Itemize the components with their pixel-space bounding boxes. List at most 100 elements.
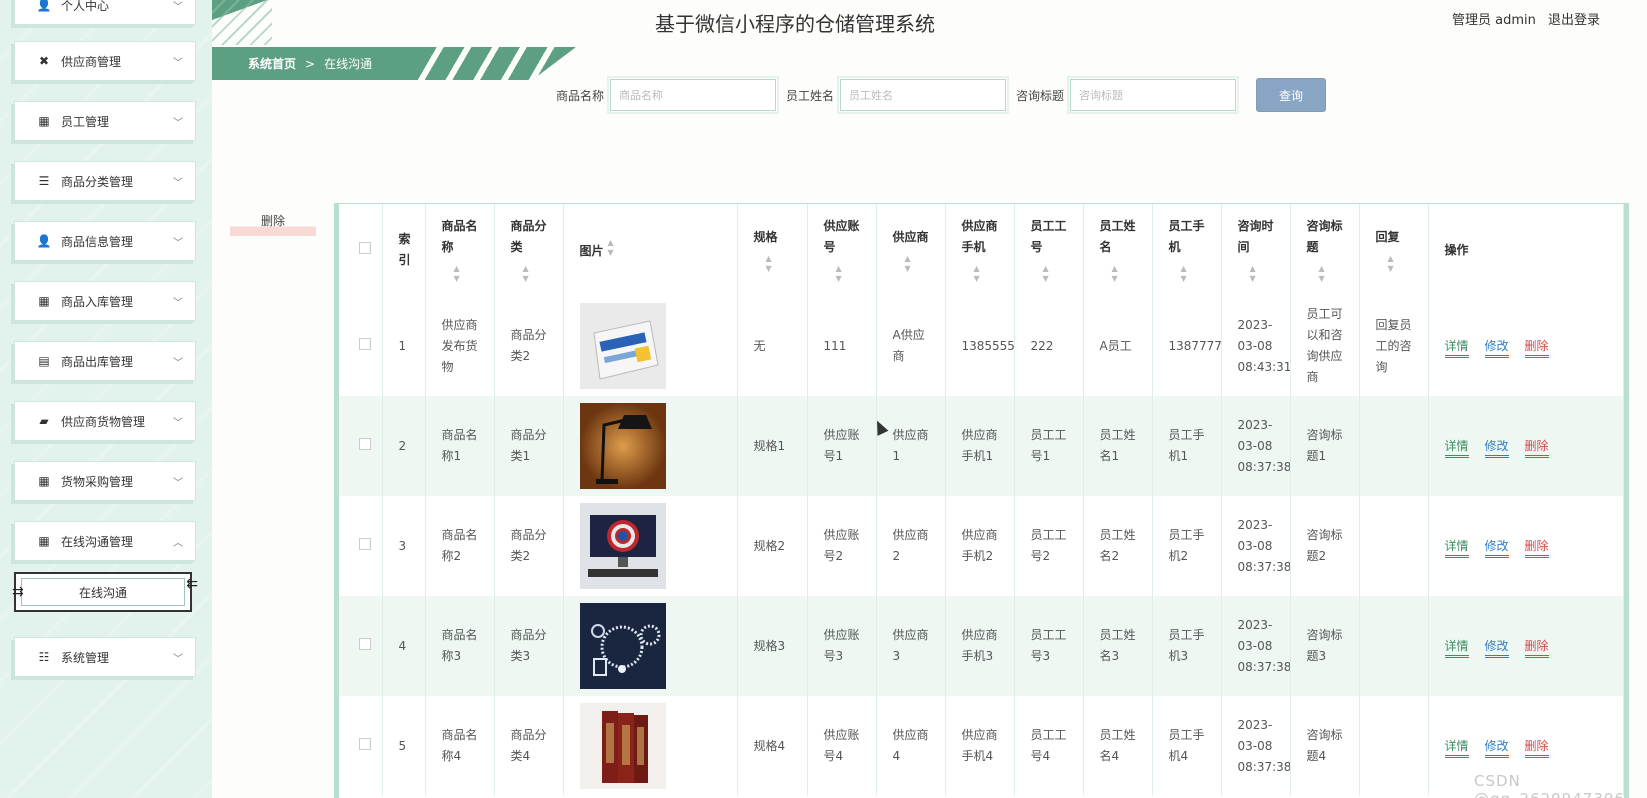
search-input-product[interactable] <box>607 76 780 114</box>
breadcrumb-home[interactable]: 系统首页 <box>248 55 296 72</box>
cell-time: 2023-03-08 08:43:31 <box>1221 296 1291 396</box>
column-header-2[interactable]: 商品分类 ▲ ▼ <box>494 204 564 296</box>
sidebar-item-7[interactable]: ▰ 供应商货物管理 ﹀ <box>14 401 196 441</box>
column-header-0[interactable]: 索引 <box>382 204 426 296</box>
cell-value: A供应商 <box>892 328 925 363</box>
table-row: 1 供应商发布货物商品分类2 无 111 A供应商 13855555555 222 A员工 13… <box>339 296 1624 396</box>
sidebar-subitem-online-chat[interactable]: ⇉ 在线沟通 ⇇ <box>12 572 198 612</box>
sort-icon[interactable]: ▲ ▼ <box>754 254 797 274</box>
column-header-label: 员工工号 <box>1030 219 1067 254</box>
sidebar-item-5[interactable]: ▦ 商品入库管理 ﹀ <box>14 281 196 321</box>
sidebar-item-6[interactable]: ▤ 商品出库管理 ﹀ <box>14 341 196 381</box>
sidebar-item-4[interactable]: 👤 商品信息管理 ﹀ <box>14 221 196 261</box>
sort-icon[interactable]: ▲ ▼ <box>824 264 866 284</box>
sidebar-item-9[interactable]: ▦ 在线沟通管理 ︿ <box>14 521 196 561</box>
cell-value: 商品名称3 <box>441 628 478 663</box>
column-header-4[interactable]: 规格 ▲ ▼ <box>737 204 808 296</box>
sort-icon[interactable]: ▲ ▼ <box>1031 264 1073 284</box>
cell-emp-name: 员工姓名4 <box>1083 696 1153 796</box>
search-input-title[interactable] <box>1067 76 1240 114</box>
detail-link[interactable]: 详情 <box>1444 438 1469 458</box>
column-header-13[interactable]: 回复 ▲ ▼ <box>1359 204 1429 296</box>
sidebar-item-0[interactable]: 👤 个人中心 ﹀ <box>14 0 196 25</box>
row-checkbox[interactable] <box>359 637 371 650</box>
select-all-header <box>339 204 383 296</box>
cell-value: 3 <box>398 538 407 553</box>
sort-icon[interactable]: ▲ ▼ <box>1100 264 1142 284</box>
cell-spec: 规格3 <box>737 596 808 696</box>
sidebar-item-label: 商品信息管理 <box>61 234 134 249</box>
cell-title: 咨询标题1 <box>1290 396 1360 496</box>
delete-link[interactable]: 删除 <box>1524 638 1549 658</box>
sidebar-item-10[interactable]: ☷ 系统管理 ﹀ <box>14 637 196 677</box>
sidebar-item-1[interactable]: ✖ 供应商管理 ﹀ <box>14 41 196 81</box>
cell-actions: 详情 修改 删除 <box>1428 396 1624 496</box>
column-header-5[interactable]: 供应账号 ▲ ▼ <box>807 204 877 296</box>
edit-link[interactable]: 修改 <box>1484 638 1509 658</box>
delete-link[interactable]: 删除 <box>1524 338 1549 358</box>
column-header-6[interactable]: 供应商 ▲ ▼ <box>876 204 946 296</box>
sort-icon[interactable]: ▲ ▼ <box>1238 264 1280 284</box>
sidebar-item-2[interactable]: ▦ 员工管理 ﹀ <box>14 101 196 141</box>
sidebar-item-3[interactable]: ☰ 商品分类管理 ﹀ <box>14 161 196 201</box>
sidebar-item-8[interactable]: ▦ 货物采购管理 ﹀ <box>14 461 196 501</box>
column-header-10[interactable]: 员工手机 ▲ ▼ <box>1152 204 1222 296</box>
column-header-12[interactable]: 咨询标题 ▲ ▼ <box>1290 204 1360 296</box>
cell-value: 供应商手机2 <box>961 528 998 563</box>
product-image[interactable] <box>579 503 666 589</box>
cell-value: 2 <box>398 438 407 453</box>
cell-value: 规格1 <box>753 438 786 453</box>
column-header-1[interactable]: 商品名称 ▲ ▼ <box>425 204 495 296</box>
table-row: 5 商品名称4 商品分类4 规格4 供应账号4 供应商4 供应商手机4 员工工号4 员工姓名4 员… <box>339 696 1624 796</box>
delete-link[interactable]: 删除 <box>1524 738 1549 758</box>
detail-link[interactable]: 详情 <box>1444 338 1469 358</box>
column-header-8[interactable]: 员工工号 ▲ ▼ <box>1014 204 1084 296</box>
sort-icon[interactable]: ▲ ▼ <box>1169 264 1211 284</box>
sort-icon[interactable]: ▲ ▼ <box>893 254 935 274</box>
sort-icon[interactable]: ▲ ▼ <box>511 264 553 284</box>
column-header-9[interactable]: 员工姓名 ▲ ▼ <box>1083 204 1153 296</box>
sidebar-item-label: 个人中心 <box>61 0 110 13</box>
row-checkbox[interactable] <box>359 337 371 350</box>
cell-value: 供应商手机4 <box>961 728 998 763</box>
edit-link[interactable]: 修改 <box>1484 738 1509 758</box>
delete-link[interactable]: 删除 <box>1524 438 1549 458</box>
row-checkbox[interactable] <box>359 537 371 550</box>
sidebar-item-label: 商品分类管理 <box>61 174 134 189</box>
cell-value: 员工可以和咨询供应商 <box>1306 307 1343 384</box>
row-checkbox[interactable] <box>359 437 371 450</box>
select-all-checkbox[interactable] <box>359 241 371 254</box>
sort-icon[interactable]: ▲ ▼ <box>962 264 1004 284</box>
product-image[interactable] <box>579 303 666 389</box>
row-checkbox[interactable] <box>359 737 371 750</box>
cell-category: 商品分类2 <box>494 296 564 396</box>
delete-link[interactable]: 删除 <box>1524 538 1549 558</box>
cell-value: 2023-03-08 08:43:31 <box>1237 317 1290 374</box>
column-header-3[interactable]: 图片▲ ▼ <box>563 204 738 296</box>
cell-index: 4 <box>382 596 426 696</box>
batch-delete-button[interactable]: 删除 <box>230 212 316 236</box>
column-header-7[interactable]: 供应商手机 ▲ ▼ <box>945 204 1015 296</box>
product-image[interactable] <box>579 603 666 689</box>
detail-link[interactable]: 详情 <box>1444 538 1469 558</box>
sidebar-item-label: 商品入库管理 <box>61 294 134 309</box>
sort-icon[interactable]: ▲ ▼ <box>1307 264 1349 284</box>
logout-link[interactable]: 退出登录 <box>1548 9 1600 28</box>
cell-value: 规格4 <box>753 738 786 753</box>
sort-icon[interactable]: ▲ ▼ <box>604 238 614 258</box>
search-button[interactable]: 查询 <box>1256 78 1327 112</box>
edit-link[interactable]: 修改 <box>1484 538 1509 558</box>
cell-supplier: 供应商3 <box>876 596 946 696</box>
breadcrumb-separator: > <box>305 56 316 71</box>
person-icon: 👤 <box>36 234 52 248</box>
product-image[interactable] <box>579 403 666 489</box>
column-header-11[interactable]: 咨询时间 ▲ ▼ <box>1221 204 1291 296</box>
product-image[interactable] <box>579 703 666 789</box>
edit-link[interactable]: 修改 <box>1484 338 1509 358</box>
edit-link[interactable]: 修改 <box>1484 438 1509 458</box>
sort-icon[interactable]: ▲ ▼ <box>1376 254 1418 274</box>
sort-icon[interactable]: ▲ ▼ <box>442 264 484 284</box>
search-input-employee[interactable] <box>837 76 1010 114</box>
detail-link[interactable]: 详情 <box>1444 738 1469 758</box>
detail-link[interactable]: 详情 <box>1444 638 1469 658</box>
